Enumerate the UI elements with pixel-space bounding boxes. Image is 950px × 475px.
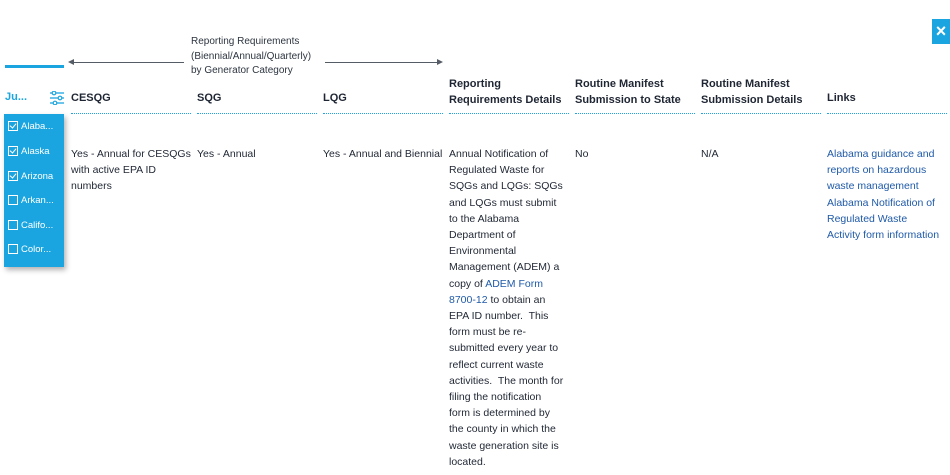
cell-line: Department of	[449, 229, 516, 242]
header-line: Submission Details	[701, 94, 803, 106]
cell-line: Annual Notification of	[449, 148, 549, 160]
filter-icon[interactable]	[49, 90, 65, 106]
arrow-right-icon	[437, 59, 443, 65]
cell-line: Environmental	[449, 245, 517, 258]
arrow-left-line	[70, 62, 184, 63]
jurisdiction-dropdown[interactable]: Alaba... Alaska Arizona Arkan... Califo.…	[4, 114, 64, 267]
dropdown-option-alabama[interactable]: Alaba...	[8, 117, 64, 135]
close-button[interactable]: ×	[932, 19, 950, 44]
link-line[interactable]: Regulated Waste	[827, 211, 950, 227]
option-label: Color...	[21, 243, 52, 255]
cell-links: Alabama guidance and reports on hazardou…	[827, 146, 950, 243]
alabama-notification-link[interactable]: Alabama Notification of Regulated Waste …	[827, 195, 950, 244]
cell-line: and LQGs must submit	[449, 196, 557, 209]
header-line: Requirements Details	[449, 94, 562, 106]
adem-form-link[interactable]: 8700-12	[449, 294, 488, 306]
cell-line: numbers	[71, 180, 112, 193]
arrow-left-icon	[68, 59, 74, 65]
option-label: Alaba...	[21, 120, 54, 132]
checkbox-icon[interactable]	[8, 244, 18, 254]
option-label: Arizona	[21, 170, 54, 182]
option-label: Alaska	[21, 145, 50, 157]
cell-line: to the Alabama	[449, 212, 520, 225]
column-header-routine-details: Routine Manifest Submission Details	[701, 76, 802, 108]
cell-line: submitted every year to	[449, 342, 559, 355]
cell-line: located.	[449, 455, 486, 468]
header-underline	[71, 113, 191, 114]
cell-line: 8700-12 to obtain an	[449, 292, 573, 308]
cell-line: form is determined by	[449, 407, 550, 420]
header-line: Routine Manifest	[701, 78, 790, 90]
cell-routine-details: N/A	[701, 148, 719, 160]
cell-lqg: Yes - Annual and Biennial	[323, 148, 443, 160]
dropdown-option-arkansas[interactable]: Arkan...	[8, 191, 64, 209]
option-label: Arkan...	[21, 194, 54, 206]
cell-line: copy of ADEM Form	[449, 276, 573, 292]
column-header-links: Links	[827, 92, 856, 104]
cell-line: Management (ADEM) a	[449, 261, 560, 274]
cell-line: Yes - Annual for CESQGs	[71, 148, 191, 160]
cell-line: with active EPA ID	[71, 164, 157, 177]
checkbox-checked-icon[interactable]	[8, 121, 18, 131]
text-fragment: to obtain an	[487, 293, 546, 306]
link-line[interactable]: reports on hazardous	[827, 162, 950, 178]
checkbox-checked-icon[interactable]	[8, 171, 18, 181]
header-underline	[827, 113, 947, 114]
cell-line: waste generation site is	[449, 439, 559, 452]
link-line[interactable]: Alabama guidance and	[827, 146, 950, 162]
cell-line: Regulated Waste for	[449, 164, 545, 177]
link-line[interactable]: waste management	[827, 178, 950, 194]
cell-line: SQGs and LQGs: SQGs	[449, 180, 563, 193]
dropdown-option-alaska[interactable]: Alaska	[8, 142, 64, 160]
option-label: Califo...	[21, 219, 54, 231]
cell-line: form must be re-	[449, 326, 527, 339]
group-header-line2: (Biennial/Annual/Quarterly)	[191, 50, 312, 62]
column-header-lqg: LQG	[323, 92, 347, 104]
dropdown-option-colorado[interactable]: Color...	[8, 240, 64, 258]
cell-line: reflect current waste	[449, 358, 544, 371]
alabama-guidance-link[interactable]: Alabama guidance and reports on hazardou…	[827, 146, 950, 195]
jurisdiction-header[interactable]: Ju...	[5, 91, 27, 103]
header-underline	[575, 113, 695, 114]
group-header-line3: by Generator Category	[191, 65, 293, 76]
column-header-routine-state: Routine Manifest Submission to State	[575, 76, 681, 108]
header-underline	[323, 113, 443, 114]
cell-line: activities. The month for	[449, 374, 564, 387]
header-underline	[449, 113, 569, 114]
active-tab-indicator	[5, 65, 64, 68]
dropdown-option-california[interactable]: Califo...	[8, 216, 64, 234]
header-underline	[701, 113, 821, 114]
column-header-reporting-details: Reporting Requirements Details	[449, 76, 561, 108]
group-header-line1: Reporting Requirements	[191, 36, 300, 47]
adem-form-link[interactable]: ADEM Form	[485, 278, 543, 290]
cell-sqg: Yes - Annual	[197, 148, 256, 160]
text-fragment: copy of	[449, 277, 486, 290]
arrow-right-line	[325, 62, 437, 63]
link-line[interactable]: Alabama Notification of	[827, 195, 950, 211]
checkbox-checked-icon[interactable]	[8, 146, 18, 156]
link-line[interactable]: Activity form information	[827, 227, 950, 243]
cell-reporting-details: Annual Notification of Regulated Waste f…	[449, 146, 573, 470]
cell-cesqg: Yes - Annual for CESQGs with active EPA …	[71, 146, 193, 195]
checkbox-icon[interactable]	[8, 220, 18, 230]
cell-routine-state: No	[575, 148, 589, 160]
cell-line: the county in which the	[449, 423, 556, 436]
header-underline	[197, 113, 317, 114]
cell-line: filing the notification	[449, 391, 542, 404]
cell-line: EPA ID number. This	[449, 310, 549, 323]
group-header: Reporting Requirements (Biennial/Annual/…	[191, 35, 331, 79]
header-line: Submission to State	[575, 94, 681, 106]
column-header-cesqg: CESQG	[71, 92, 111, 104]
dropdown-option-arizona[interactable]: Arizona	[8, 167, 64, 185]
column-header-sqg: SQG	[197, 92, 222, 104]
header-line: Routine Manifest	[575, 78, 664, 90]
checkbox-icon[interactable]	[8, 195, 18, 205]
header-line: Reporting	[449, 78, 501, 90]
